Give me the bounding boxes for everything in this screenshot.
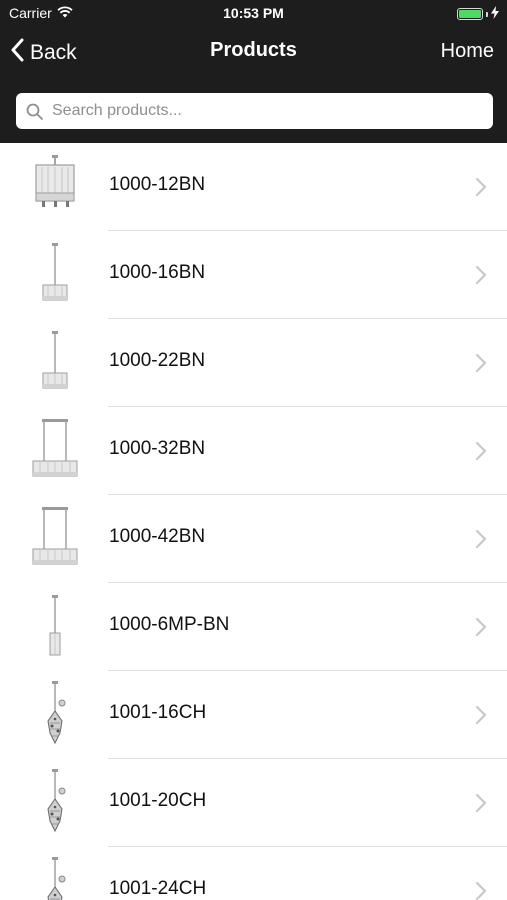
product-thumbnail	[28, 769, 82, 837]
product-row[interactable]: 1001-16CH	[0, 671, 507, 759]
product-code: 1000-12BN	[109, 174, 206, 195]
product-code: 1000-42BN	[109, 526, 206, 547]
clock: 10:53 PM	[223, 5, 284, 21]
navigation-header: Carrier 10:53 PM Back Products Home Sear…	[0, 0, 507, 143]
product-list: 1000-12BN 1000-16BN 1000-22BN 1000-32BN 1000…	[0, 143, 507, 900]
chevron-right-icon	[475, 617, 487, 637]
product-code: 1000-32BN	[109, 438, 206, 459]
chevron-right-icon	[475, 353, 487, 373]
product-thumbnail	[28, 417, 82, 485]
chevron-right-icon	[475, 705, 487, 725]
back-label: Back	[30, 41, 77, 64]
product-thumbnail	[28, 505, 82, 573]
product-code: 1000-6MP-BN	[109, 614, 230, 635]
search-icon	[26, 102, 44, 120]
search-input[interactable]	[52, 102, 482, 120]
product-row[interactable]: 1001-20CH	[0, 759, 507, 847]
chevron-right-icon	[475, 881, 487, 900]
product-thumbnail	[28, 857, 82, 900]
product-code: 1001-24CH	[109, 878, 207, 899]
product-thumbnail	[28, 153, 82, 221]
chevron-right-icon	[475, 441, 487, 461]
chevron-left-icon	[10, 38, 24, 68]
product-code: 1000-22BN	[109, 350, 206, 371]
product-row[interactable]: 1001-24CH	[0, 847, 507, 900]
product-thumbnail	[28, 681, 82, 749]
product-thumbnail	[28, 329, 82, 397]
product-code: 1001-16CH	[109, 702, 207, 723]
product-row[interactable]: 1000-42BN	[0, 495, 507, 583]
chevron-right-icon	[475, 177, 487, 197]
battery-indicator	[457, 6, 499, 22]
product-code: 1000-16BN	[109, 262, 206, 283]
back-button[interactable]: Back	[10, 38, 77, 68]
home-button[interactable]: Home	[441, 40, 494, 63]
chevron-right-icon	[475, 793, 487, 813]
battery-icon	[457, 8, 483, 20]
charging-bolt-icon	[491, 6, 499, 22]
product-row[interactable]: 1000-12BN	[0, 143, 507, 231]
chevron-right-icon	[475, 265, 487, 285]
nav-bar: Back Products Home	[0, 28, 507, 78]
product-code: 1001-20CH	[109, 790, 207, 811]
product-thumbnail	[28, 241, 82, 309]
product-row[interactable]: 1000-32BN	[0, 407, 507, 495]
status-bar: Carrier 10:53 PM	[0, 0, 507, 28]
chevron-right-icon	[475, 529, 487, 549]
product-row[interactable]: 1000-6MP-BN	[0, 583, 507, 671]
search-bar[interactable]	[16, 93, 493, 129]
product-thumbnail	[28, 593, 82, 661]
product-row[interactable]: 1000-22BN	[0, 319, 507, 407]
product-row[interactable]: 1000-16BN	[0, 231, 507, 319]
